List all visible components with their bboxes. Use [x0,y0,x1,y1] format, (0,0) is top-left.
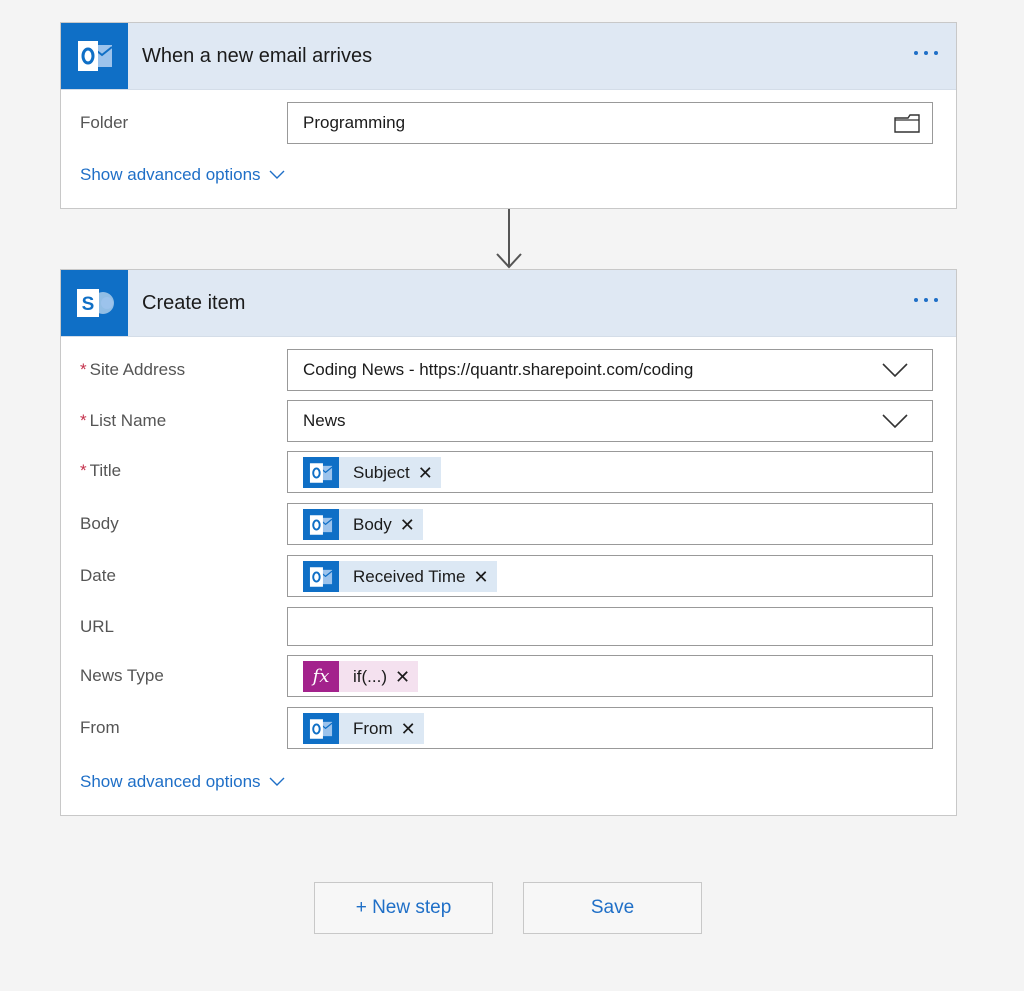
new-step-button[interactable]: + New step [314,882,493,934]
token-label: if(...) [353,666,387,686]
sharepoint-icon: S [61,270,128,336]
chevron-down-icon [269,170,285,179]
svg-text:S: S [81,294,94,315]
remove-token-icon[interactable]: ✕ [400,516,415,534]
url-row: URL [61,607,956,647]
chevron-down-icon[interactable] [882,412,908,430]
folder-row: Folder Programming [61,102,956,144]
required-marker: * [80,360,87,379]
folder-label: Folder [80,113,129,132]
url-label: URL [80,617,115,636]
list-name-value: News [303,411,346,430]
save-button[interactable]: Save [523,882,702,934]
show-advanced-options-trigger[interactable]: Show advanced options [80,165,285,185]
date-field[interactable]: Received Time ✕ [287,555,933,597]
date-row: Date Received Time ✕ [61,555,956,597]
from-row: From From ✕ [61,707,956,749]
show-advanced-options-action[interactable]: Show advanced options [80,772,285,792]
trigger-card: When a new email arrives Folder Programm… [60,22,957,209]
advanced-options-label: Show advanced options [80,772,261,791]
action-card: S Create item * Site Address Coding News … [60,269,957,816]
expression-token[interactable]: fx if(...) ✕ [303,661,419,692]
from-label: From [80,718,120,737]
site-address-value: Coding News - https://quantr.sharepoint.… [303,360,694,379]
body-field[interactable]: Body ✕ [287,503,933,545]
more-options-icon[interactable] [914,47,938,59]
list-name-row: * List Name News [61,400,956,442]
outlook-icon [303,713,339,744]
dynamic-content-token[interactable]: Received Time ✕ [303,561,497,592]
folder-field[interactable]: Programming [287,102,933,144]
news-type-row: News Type fx if(...) ✕ [61,655,956,697]
remove-token-icon[interactable]: ✕ [418,464,433,482]
list-name-label: * List Name [80,411,167,430]
outlook-icon [303,457,339,488]
from-field[interactable]: From ✕ [287,707,933,749]
title-field[interactable]: Subject ✕ [287,451,933,493]
dynamic-content-token[interactable]: Body ✕ [303,509,423,540]
news-type-label: News Type [80,666,164,685]
advanced-options-label: Show advanced options [80,165,261,184]
news-type-field[interactable]: fx if(...) ✕ [287,655,933,697]
site-address-row: * Site Address Coding News - https://quan… [61,349,956,391]
more-options-icon[interactable] [914,294,938,306]
date-label: Date [80,566,116,585]
remove-token-icon[interactable]: ✕ [401,720,416,738]
outlook-icon [61,23,128,89]
token-label: Subject [353,462,410,482]
chevron-down-icon [269,777,285,786]
arrow-down-icon [496,209,522,269]
body-label: Body [80,514,119,533]
required-marker: * [80,461,87,480]
chevron-down-icon[interactable] [882,361,908,379]
trigger-card-title: When a new email arrives [142,45,373,67]
dynamic-content-token[interactable]: Subject ✕ [303,457,441,488]
token-label: Received Time [353,566,466,586]
fx-icon: fx [303,661,339,692]
title-row: * Title Subject ✕ [61,451,956,493]
token-label: Body [353,514,392,534]
outlook-icon [303,509,339,540]
body-row: Body Body ✕ [61,503,956,545]
list-name-dropdown[interactable]: News [287,400,933,442]
action-card-title: Create item [142,292,246,314]
site-address-dropdown[interactable]: Coding News - https://quantr.sharepoint.… [287,349,933,391]
dynamic-content-token[interactable]: From ✕ [303,713,424,744]
folder-picker-icon[interactable] [894,112,920,134]
folder-value: Programming [303,113,406,132]
trigger-card-header[interactable]: When a new email arrives [61,23,956,90]
remove-token-icon[interactable]: ✕ [473,568,488,586]
title-label: * Title [80,461,122,480]
remove-token-icon[interactable]: ✕ [395,668,410,686]
token-label: From [353,718,393,738]
url-field[interactable] [287,607,933,646]
action-card-header[interactable]: S Create item [61,270,956,337]
required-marker: * [80,411,87,430]
site-address-label: * Site Address [80,360,186,379]
outlook-icon [303,561,339,592]
